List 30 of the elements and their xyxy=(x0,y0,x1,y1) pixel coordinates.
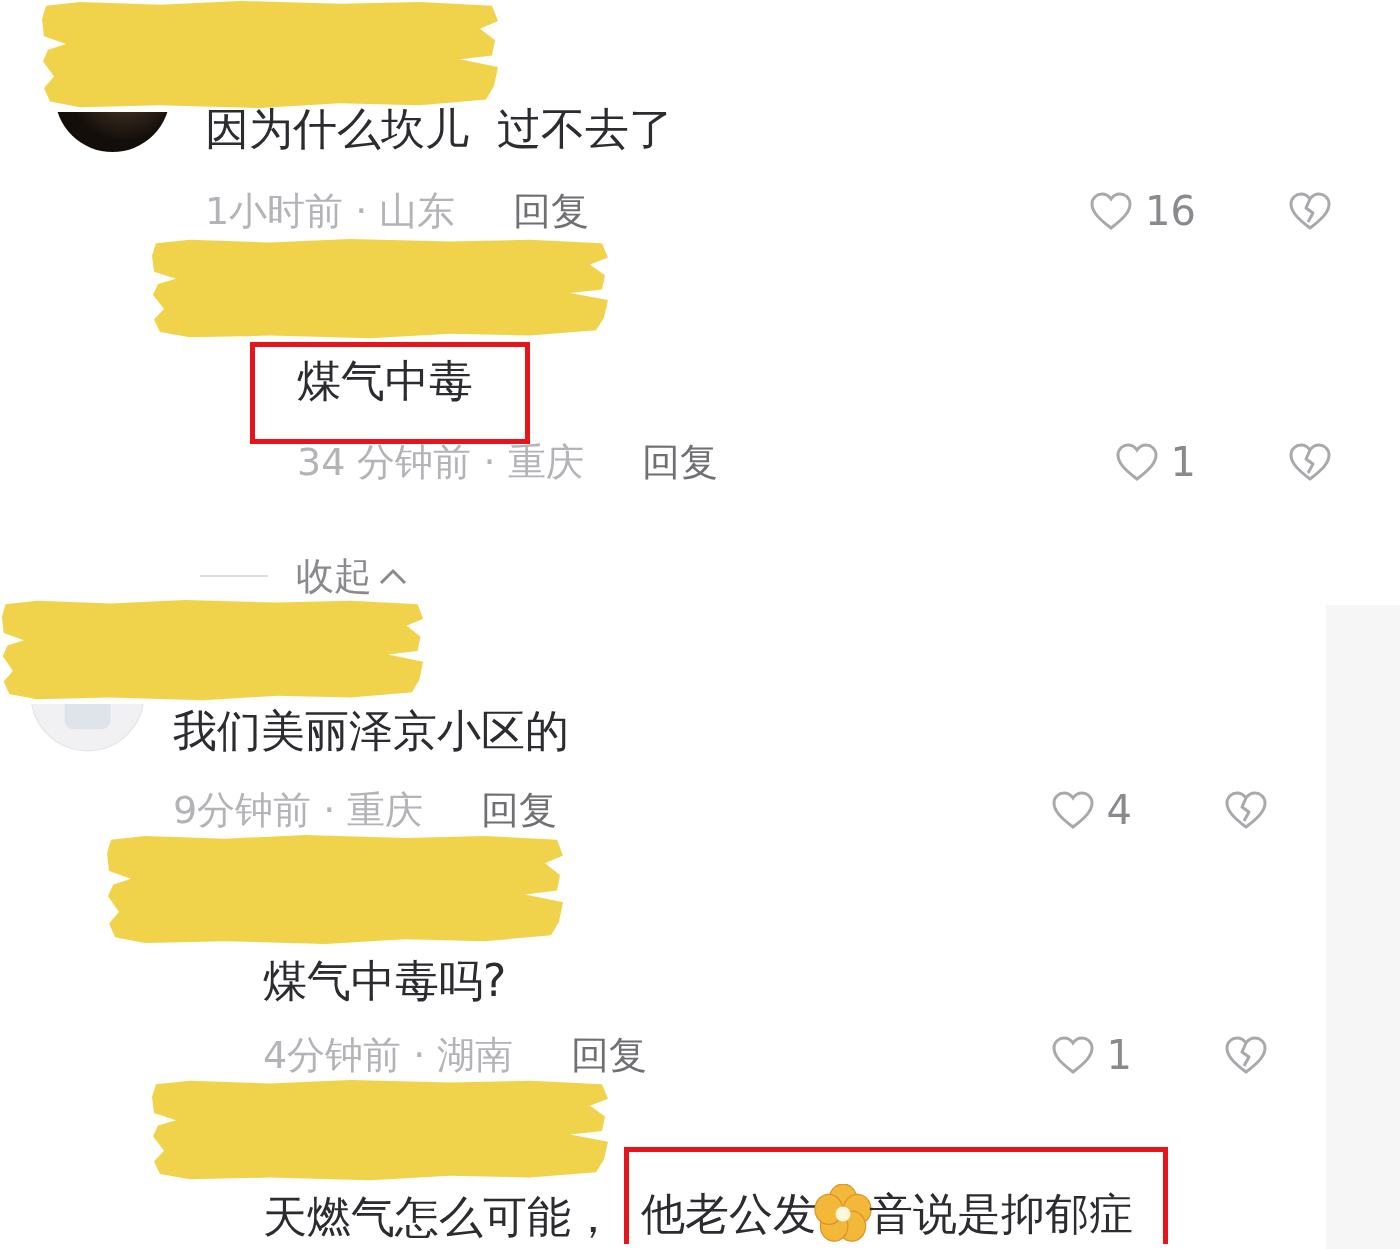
comment-text: 他老公发 xyxy=(641,1187,817,1241)
comment-text: 煤气中毒吗? xyxy=(263,954,507,1008)
comment-text: 煤气中毒 xyxy=(297,354,473,408)
reply-link[interactable]: 回复 xyxy=(571,1029,648,1081)
like-count: 1 xyxy=(1106,1032,1132,1078)
like-count: 1 xyxy=(1170,439,1196,485)
reply-link[interactable]: 回复 xyxy=(481,784,558,836)
like-icon[interactable] xyxy=(1089,191,1134,231)
like-icon[interactable] xyxy=(1050,1035,1095,1075)
like-icon[interactable] xyxy=(1050,790,1095,830)
reply-link[interactable]: 回复 xyxy=(513,185,590,237)
chevron-up-icon[interactable] xyxy=(378,566,408,586)
comment-time: 1小时前 · 山东 xyxy=(205,187,456,235)
broken-heart-icon[interactable] xyxy=(1224,1035,1268,1075)
like-icon[interactable] xyxy=(1114,442,1159,482)
like-count: 4 xyxy=(1106,787,1132,833)
comment-time: 4分钟前 · 湖南 xyxy=(263,1031,514,1079)
broken-heart-icon[interactable] xyxy=(1288,191,1332,231)
broken-heart-icon[interactable] xyxy=(1288,442,1332,482)
comment-text: 我们美丽泽京小区的 xyxy=(173,704,569,758)
comment-time: 9分钟前 · 重庆 xyxy=(173,786,424,834)
collapse-link[interactable]: 收起 xyxy=(296,550,372,602)
comment-text: 天燃气怎么可能， xyxy=(263,1190,615,1244)
like-count: 16 xyxy=(1145,188,1196,234)
comment-time: 34 分钟前 · 重庆 xyxy=(297,438,584,486)
reply-link[interactable]: 回复 xyxy=(641,436,718,488)
comment-text: 因为什么坎儿 过不去了 xyxy=(205,102,673,156)
comment-text: 音说是抑郁症 xyxy=(869,1187,1133,1241)
avatar[interactable] xyxy=(55,112,170,152)
broken-heart-icon[interactable] xyxy=(1224,790,1268,830)
